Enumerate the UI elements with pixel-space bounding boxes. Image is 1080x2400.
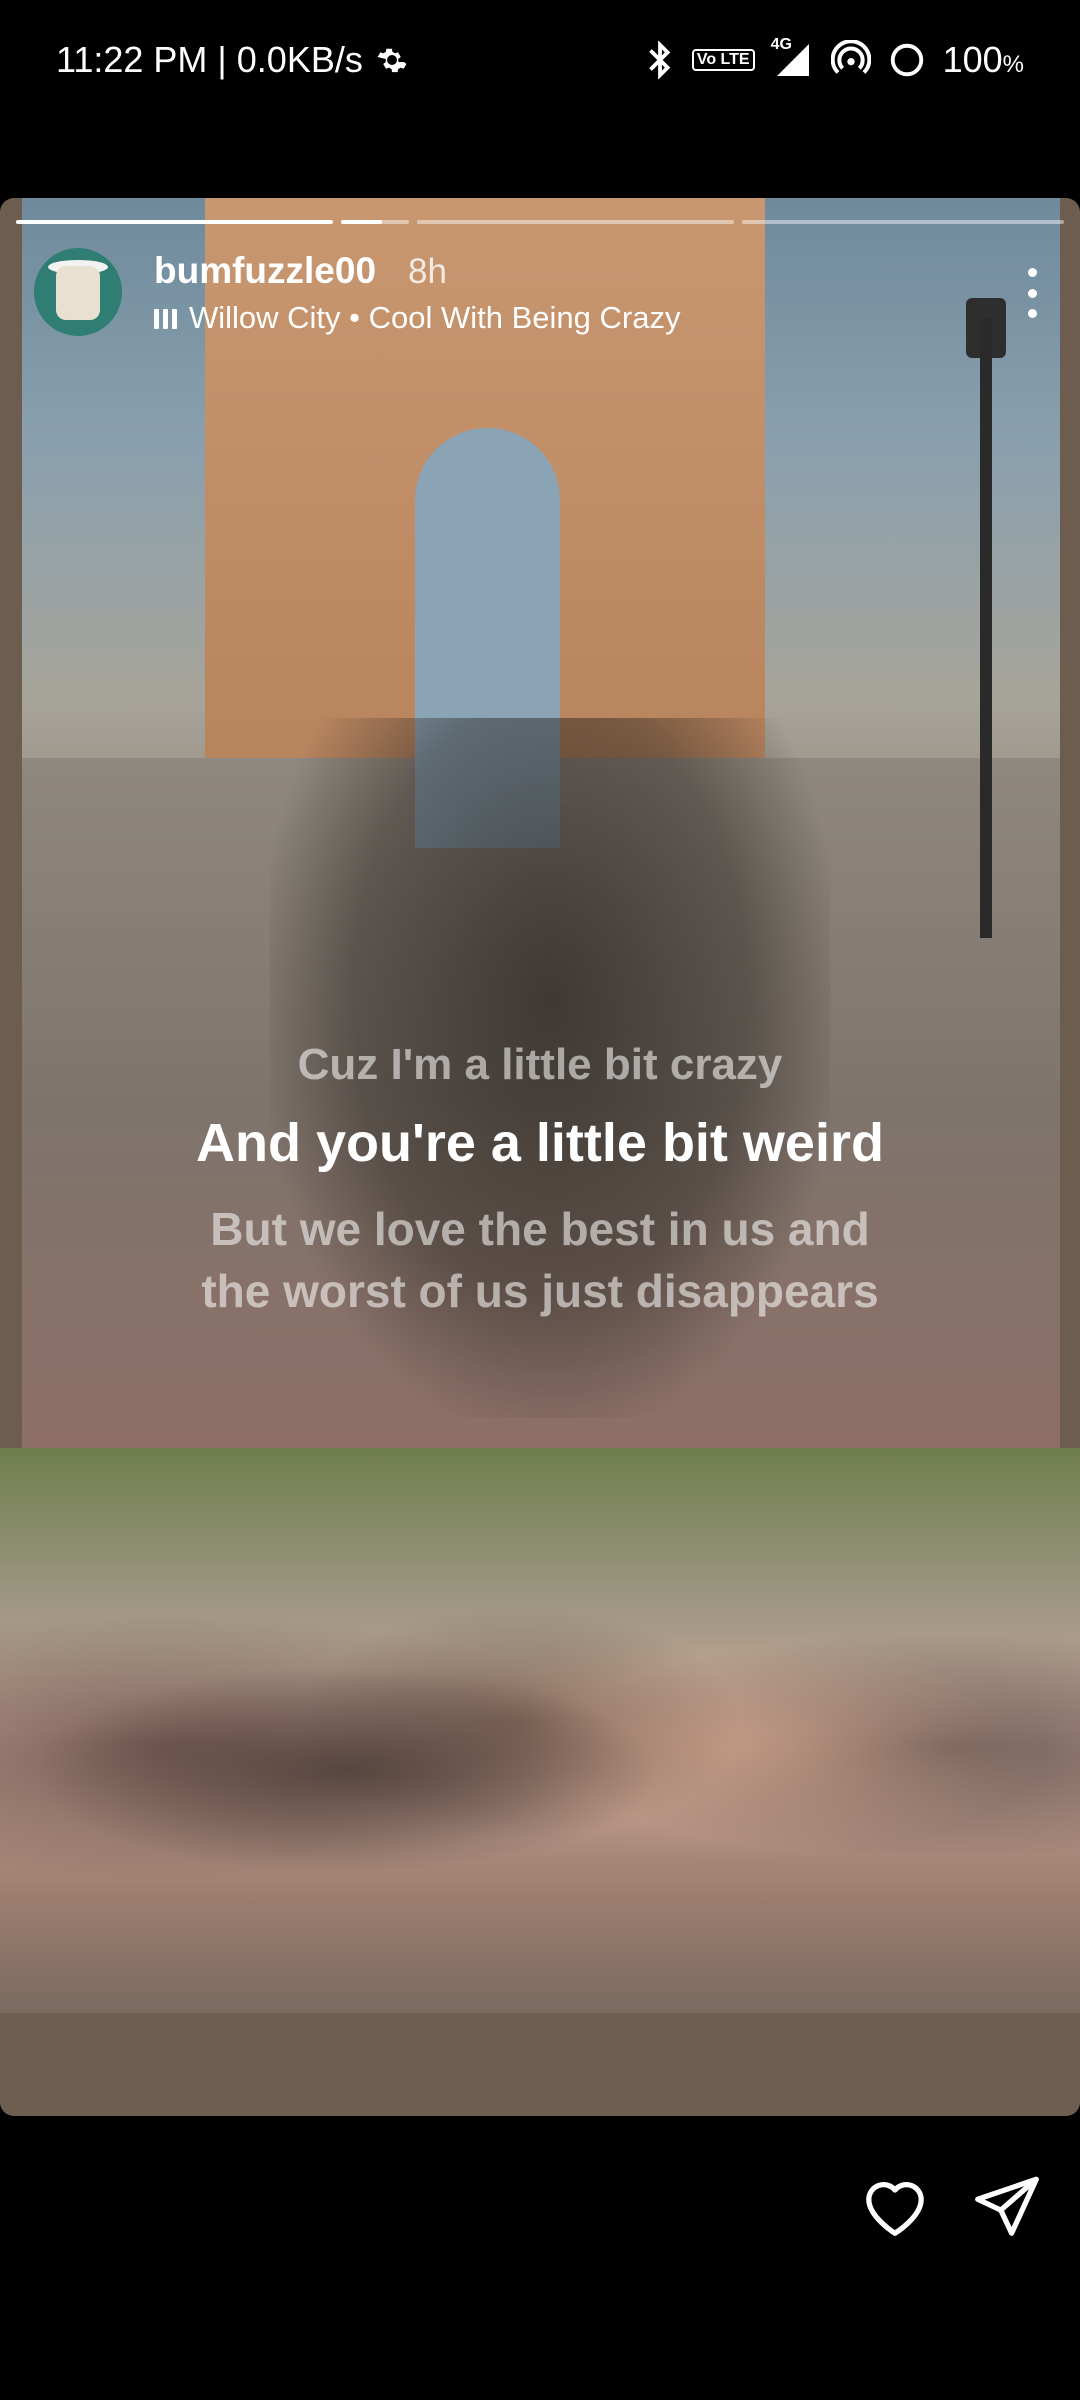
battery-icon — [889, 42, 925, 78]
battery-level: 100% — [943, 39, 1024, 81]
music-bars-icon — [154, 307, 177, 329]
story-bottom-strip — [0, 2013, 1080, 2116]
heart-icon — [866, 2182, 924, 2236]
photo-selfie-group — [0, 1528, 1080, 2013]
status-left: 11:22 PM | 0.0KB/s — [56, 39, 409, 81]
battery-unit: % — [1002, 51, 1024, 78]
status-right: Vo LTE 4G 100% — [646, 36, 1024, 81]
like-button[interactable] — [858, 2170, 932, 2244]
lyric-next: But we love the best in us and the worst… — [0, 1198, 1080, 1322]
time-ago: 8h — [408, 252, 447, 291]
story-footer — [0, 2140, 1080, 2280]
progress-segment-fill — [340, 220, 382, 224]
battery-percent: 100 — [942, 39, 1003, 80]
music-row[interactable]: Willow City • Cool With Being Crazy — [154, 300, 680, 336]
network-type: 4G — [770, 36, 792, 53]
progress-segment — [741, 220, 1065, 224]
progress-segment-current — [340, 220, 410, 224]
status-time-speed: 11:22 PM | 0.0KB/s — [56, 39, 363, 80]
avatar[interactable] — [34, 248, 122, 336]
progress-segment — [16, 220, 333, 224]
gear-icon — [375, 43, 409, 77]
avatar-figure — [56, 266, 100, 320]
music-title: Willow City • Cool With Being Crazy — [189, 300, 681, 335]
hotspot-icon — [830, 40, 871, 80]
share-button[interactable] — [970, 2170, 1044, 2244]
lyric-next-line: the worst of us just disappears — [201, 1265, 879, 1317]
volte-badge: Vo LTE — [691, 49, 755, 71]
photo-lamp-post — [980, 318, 992, 938]
bluetooth-icon — [646, 41, 674, 79]
username[interactable]: bumfuzzle00 — [154, 250, 376, 292]
story-header: bumfuzzle00 8h Willow City • Cool With B… — [34, 248, 1054, 348]
lyric-previous: Cuz I'm a little bit crazy — [297, 1040, 783, 1089]
status-bar: 11:22 PM | 0.0KB/s Vo LTE 4G 100% — [0, 0, 1080, 120]
progress-segment — [417, 220, 734, 224]
story-progress — [16, 220, 1065, 224]
lyrics-overlay: Cuz I'm a little bit crazy And you're a … — [0, 1040, 1080, 1322]
lyric-current: And you're a little bit weird — [196, 1113, 884, 1173]
more-vertical-icon[interactable] — [1022, 268, 1042, 318]
send-icon — [975, 2176, 1039, 2236]
lyric-next-line: But we love the best in us and — [210, 1203, 870, 1255]
signal-icon: 4G — [771, 36, 813, 78]
